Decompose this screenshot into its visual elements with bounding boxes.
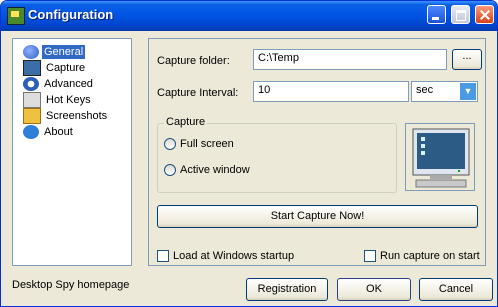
- ok-button[interactable]: OK: [337, 278, 411, 301]
- active-window-radio[interactable]: Active window: [164, 164, 250, 176]
- active-window-label: Active window: [180, 164, 250, 176]
- info-icon: [23, 125, 39, 139]
- nav-item-advanced[interactable]: Advanced: [23, 76, 95, 92]
- folder-icon: [23, 108, 41, 124]
- nav-item-label: General: [42, 45, 86, 59]
- nav-item-label: Hot Keys: [46, 94, 91, 106]
- capture-group-label: Capture: [164, 116, 208, 128]
- browse-button[interactable]: ...: [452, 49, 482, 70]
- registration-button[interactable]: Registration: [246, 278, 328, 301]
- nav-item-label: About: [44, 126, 73, 138]
- load-at-startup-label: Load at Windows startup: [173, 250, 295, 262]
- homepage-link[interactable]: Desktop Spy homepage: [12, 279, 129, 291]
- gear-icon: [23, 77, 39, 91]
- nav-item-hot-keys[interactable]: Hot Keys: [23, 92, 93, 108]
- interval-unit-value: sec: [416, 84, 434, 96]
- monitor-icon: [412, 128, 470, 188]
- app-icon: [7, 7, 25, 25]
- globe-icon: [23, 45, 39, 59]
- capture-interval-input[interactable]: 10: [253, 81, 409, 102]
- run-capture-label: Run capture on start: [380, 250, 480, 262]
- radio-circle-icon: [164, 164, 176, 176]
- checkbox-icon: [364, 250, 376, 262]
- capture-folder-label: Capture folder:: [157, 55, 230, 67]
- interval-unit-select[interactable]: sec ▼: [411, 81, 478, 102]
- capture-interval-label: Capture Interval:: [157, 87, 239, 99]
- chevron-down-icon[interactable]: ▼: [460, 83, 476, 100]
- maximize-button[interactable]: [451, 5, 470, 24]
- run-capture-checkbox[interactable]: Run capture on start: [364, 250, 480, 262]
- full-screen-radio[interactable]: Full screen: [164, 138, 234, 150]
- minimize-button[interactable]: [427, 5, 446, 24]
- nav-item-label: Capture: [46, 62, 86, 74]
- capture-folder-input[interactable]: C:\Temp: [253, 49, 447, 70]
- nav-item-screenshots[interactable]: Screenshots: [23, 108, 109, 124]
- monitor-illustration: [405, 123, 475, 191]
- keyboard-icon: [23, 92, 41, 108]
- general-panel: Capture folder: C:\Temp ... Capture Inte…: [148, 38, 486, 266]
- close-button[interactable]: [475, 5, 494, 24]
- monitor-icon: [23, 60, 41, 76]
- nav-item-about[interactable]: About: [23, 124, 75, 140]
- load-at-startup-checkbox[interactable]: Load at Windows startup: [157, 250, 294, 262]
- full-screen-label: Full screen: [180, 138, 234, 150]
- title-bar[interactable]: Configuration: [1, 1, 497, 31]
- nav-item-general[interactable]: General: [23, 44, 86, 60]
- window-title: Configuration: [28, 7, 114, 22]
- configuration-window: Configuration General Capture Advanced H…: [0, 0, 498, 307]
- cancel-button[interactable]: Cancel: [419, 278, 493, 301]
- nav-item-label: Advanced: [44, 78, 93, 90]
- nav-item-label: Screenshots: [46, 110, 108, 122]
- start-capture-button[interactable]: Start Capture Now!: [157, 205, 478, 228]
- navigation-tree[interactable]: General Capture Advanced Hot Keys Screen…: [12, 38, 132, 266]
- radio-circle-icon: [164, 138, 176, 150]
- checkbox-icon: [157, 250, 169, 262]
- nav-item-capture[interactable]: Capture: [23, 60, 87, 76]
- capture-group: Capture Full screen Active window: [157, 116, 397, 193]
